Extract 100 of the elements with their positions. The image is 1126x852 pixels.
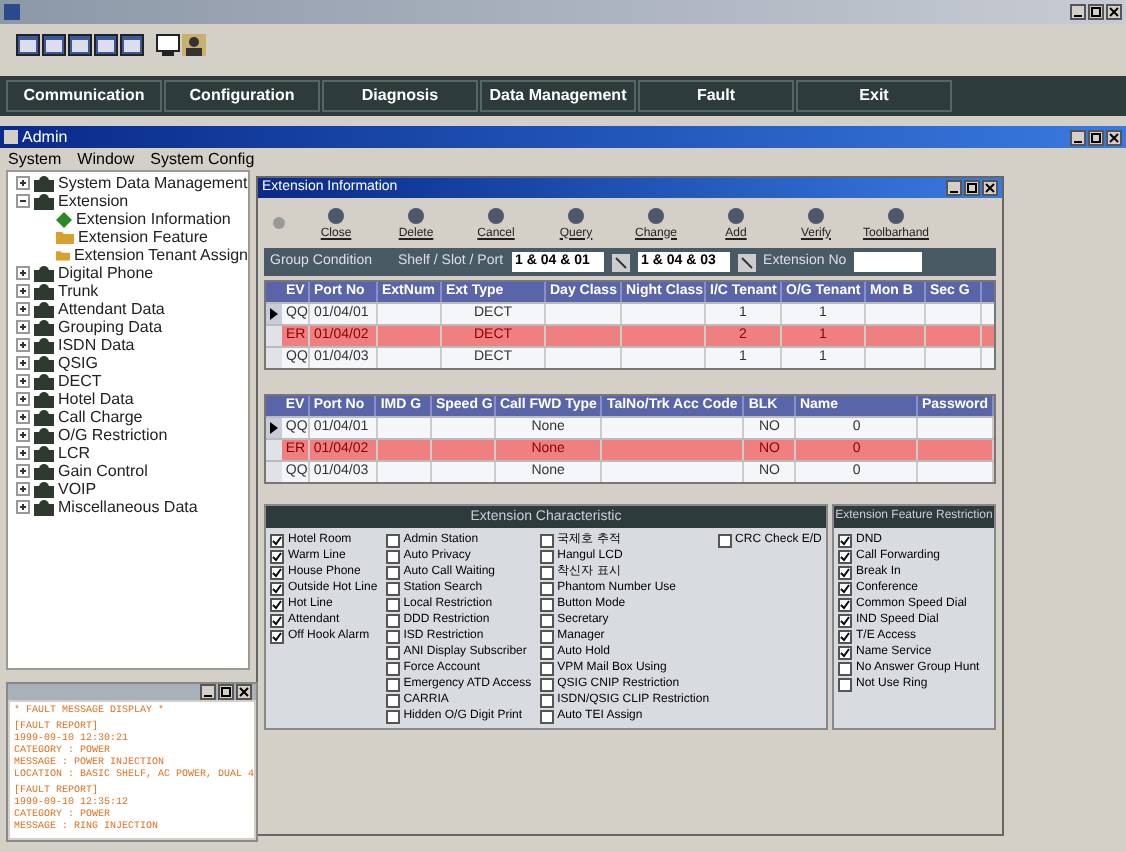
checkbox[interactable]	[385, 581, 400, 595]
checkbox[interactable]	[838, 565, 852, 579]
checkbox[interactable]	[539, 645, 554, 659]
checkbox[interactable]	[838, 613, 852, 627]
row-indicator[interactable]	[266, 304, 282, 324]
menu-button[interactable]: Diagnosis	[322, 80, 478, 112]
minimize-icon[interactable]	[946, 180, 962, 196]
expand-icon[interactable]	[16, 500, 30, 514]
maximize-icon[interactable]	[218, 684, 234, 700]
checkbox[interactable]	[385, 661, 400, 675]
tree-item[interactable]: VOIP	[58, 480, 97, 498]
tree-item[interactable]: Extension Feature	[78, 228, 208, 246]
checkbox[interactable]	[270, 613, 284, 627]
picker-icon[interactable]	[737, 253, 756, 271]
close-icon[interactable]	[1106, 129, 1122, 145]
menu-button[interactable]: Communication	[6, 80, 162, 112]
checkbox[interactable]	[270, 549, 284, 563]
person-icon[interactable]	[182, 33, 206, 55]
checkbox[interactable]	[539, 693, 554, 707]
checkbox[interactable]	[717, 533, 732, 547]
close-icon[interactable]	[982, 180, 998, 196]
checkbox[interactable]	[385, 629, 400, 643]
checkbox[interactable]	[539, 597, 554, 611]
expand-icon[interactable]	[16, 374, 30, 388]
checkbox[interactable]	[539, 613, 554, 627]
checkbox[interactable]	[385, 597, 400, 611]
checkbox[interactable]	[385, 565, 400, 579]
expand-icon[interactable]	[16, 446, 30, 460]
expand-icon[interactable]	[16, 338, 30, 352]
window-icon[interactable]	[120, 33, 144, 55]
checkbox[interactable]	[539, 549, 554, 563]
tree-item[interactable]: Digital Phone	[58, 264, 154, 282]
expand-icon[interactable]	[16, 392, 30, 406]
window-icon[interactable]	[42, 33, 66, 55]
tree-item[interactable]: Grouping Data	[58, 318, 163, 336]
checkbox[interactable]	[838, 677, 852, 691]
checkbox[interactable]	[270, 597, 284, 611]
window-icon[interactable]	[16, 33, 40, 55]
minimize-icon[interactable]	[1070, 129, 1086, 145]
checkbox[interactable]	[385, 677, 400, 691]
expand-icon[interactable]	[16, 482, 30, 496]
maximize-icon[interactable]	[1088, 129, 1104, 145]
tree-item[interactable]: QSIG	[58, 354, 99, 372]
checkbox[interactable]	[539, 677, 554, 691]
tree-item[interactable]: Attendant Data	[58, 300, 165, 318]
checkbox[interactable]	[385, 709, 400, 723]
maximize-icon[interactable]	[1088, 4, 1104, 20]
checkbox[interactable]	[539, 581, 554, 595]
checkbox[interactable]	[270, 581, 284, 595]
tree-item[interactable]: Extension	[58, 192, 129, 210]
tree-item[interactable]: Trunk	[58, 282, 99, 300]
checkbox[interactable]	[539, 709, 554, 723]
expand-icon[interactable]	[16, 302, 30, 316]
checkbox[interactable]	[270, 533, 284, 547]
tree-item[interactable]: DECT	[58, 372, 102, 390]
input-field[interactable]	[854, 252, 923, 272]
picker-icon[interactable]	[611, 253, 630, 271]
menu-button[interactable]: Fault	[638, 80, 794, 112]
checkbox[interactable]	[838, 645, 852, 659]
checkbox[interactable]	[385, 613, 400, 627]
expand-icon[interactable]	[16, 176, 30, 190]
expand-icon[interactable]	[16, 266, 30, 280]
window-icon[interactable]	[94, 33, 118, 55]
checkbox[interactable]	[838, 597, 852, 611]
checkbox[interactable]	[385, 693, 400, 707]
checkbox[interactable]	[838, 661, 852, 675]
menu-item[interactable]: Window	[77, 148, 135, 170]
checkbox[interactable]	[270, 629, 284, 643]
tree-item[interactable]: Extension Tenant Assign	[73, 246, 248, 264]
expand-icon[interactable]	[16, 284, 30, 298]
expand-icon[interactable]	[16, 464, 30, 478]
close-icon[interactable]	[1106, 4, 1122, 20]
tree-item[interactable]: O/G Restriction	[58, 426, 168, 444]
expand-icon[interactable]	[16, 428, 30, 442]
menu-button[interactable]: Data Management	[480, 80, 636, 112]
tree-item[interactable]: Hotel Data	[58, 390, 134, 408]
tree-item[interactable]: System Data Management	[58, 174, 248, 192]
minimize-icon[interactable]	[200, 684, 216, 700]
tree-item[interactable]: Call Charge	[58, 408, 143, 426]
collapse-icon[interactable]	[16, 194, 30, 208]
checkbox[interactable]	[539, 565, 554, 579]
menu-button[interactable]: Configuration	[164, 80, 320, 112]
tree-item[interactable]: LCR	[58, 444, 91, 462]
maximize-icon[interactable]	[964, 180, 980, 196]
close-icon[interactable]	[236, 684, 252, 700]
minimize-icon[interactable]	[1070, 4, 1086, 20]
menu-item[interactable]: System Config	[150, 148, 255, 170]
checkbox[interactable]	[385, 645, 400, 659]
checkbox[interactable]	[838, 581, 852, 595]
checkbox[interactable]	[385, 533, 400, 547]
checkbox[interactable]	[539, 629, 554, 643]
row-indicator[interactable]	[266, 418, 282, 438]
checkbox[interactable]	[838, 533, 852, 547]
menu-item[interactable]: System	[8, 148, 62, 170]
expand-icon[interactable]	[16, 356, 30, 370]
tree-item[interactable]: ISDN Data	[58, 336, 135, 354]
checkbox[interactable]	[539, 661, 554, 675]
checkbox[interactable]	[539, 533, 554, 547]
checkbox[interactable]	[270, 565, 284, 579]
tree-item[interactable]: Extension Information	[76, 210, 231, 228]
